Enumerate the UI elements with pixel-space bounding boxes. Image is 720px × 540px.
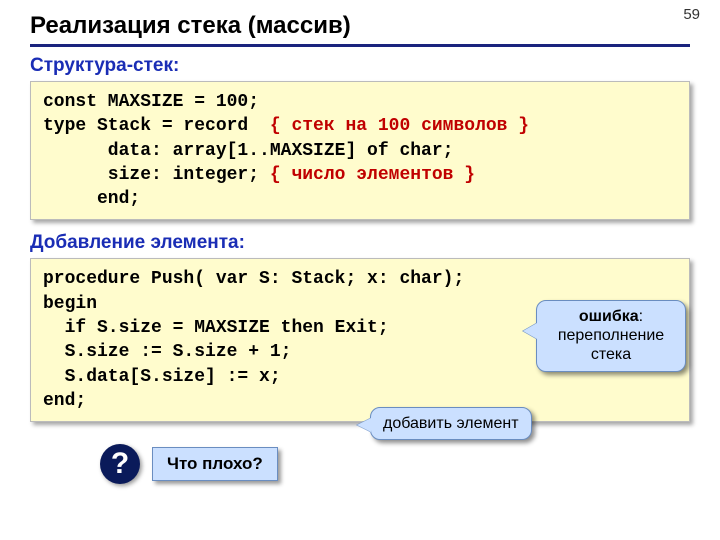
code-line: const MAXSIZE = 100; xyxy=(43,92,259,112)
code-line: end; xyxy=(43,189,140,209)
title-rule xyxy=(30,44,690,47)
page-number: 59 xyxy=(683,6,700,23)
slide-title: Реализация стека (массив) xyxy=(30,12,690,40)
section-struct-heading: Структура-стек: xyxy=(30,55,690,77)
question-row: ? Что плохо? xyxy=(100,444,690,484)
code-comment: { стек на 100 символов } xyxy=(270,116,529,136)
callout-error-head: ошибка xyxy=(579,308,639,325)
callout-add-element: добавить элемент xyxy=(370,407,532,440)
code-line: end; xyxy=(43,391,86,411)
question-box: Что плохо? xyxy=(152,447,278,481)
code-struct: const MAXSIZE = 100; type Stack = record… xyxy=(30,81,690,220)
code-line: if S.size = MAXSIZE then Exit; xyxy=(43,318,389,338)
code-line: size: integer; xyxy=(43,165,270,185)
question-mark-icon: ? xyxy=(100,444,140,484)
code-line: type Stack = record xyxy=(43,116,270,136)
code-line: S.data[S.size] := x; xyxy=(43,367,281,387)
code-line: data: array[1..MAXSIZE] of char; xyxy=(43,141,453,161)
callout-error: ошибка: переполнение стека xyxy=(536,300,686,372)
code-comment: { число элементов } xyxy=(270,165,475,185)
code-line: begin xyxy=(43,294,97,314)
code-line: S.size := S.size + 1; xyxy=(43,342,291,362)
code-line: procedure Push( var S: Stack; x: char); xyxy=(43,269,464,289)
section-add-heading: Добавление элемента: xyxy=(30,232,690,254)
